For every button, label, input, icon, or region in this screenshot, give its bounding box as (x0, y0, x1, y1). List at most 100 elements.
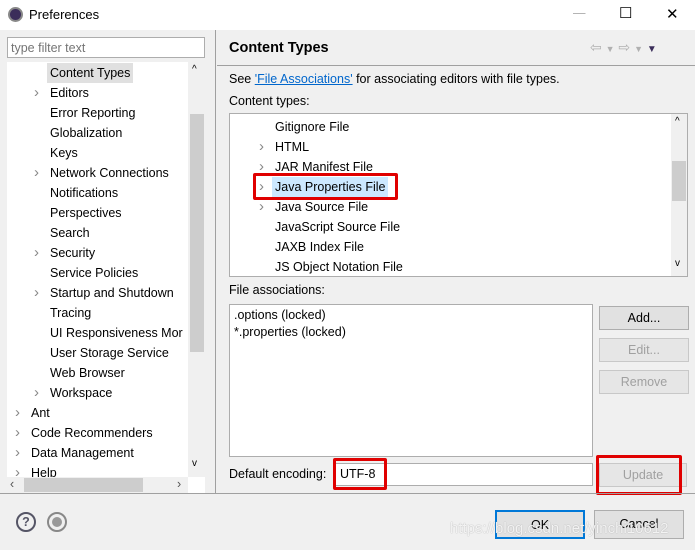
highlight-encoding (333, 458, 387, 490)
tree-item-label: User Storage Service (50, 346, 169, 360)
help-icon[interactable]: ? (16, 512, 36, 532)
chevron-right-icon[interactable]: › (34, 383, 39, 403)
content-type-label: JavaScript Source File (275, 220, 401, 234)
chevron-right-icon[interactable]: › (34, 243, 39, 263)
scroll-up-icon[interactable]: ^ (675, 116, 680, 127)
header-divider (217, 65, 695, 66)
chevron-right-icon[interactable]: › (259, 137, 264, 157)
tree-item-label: Workspace (50, 386, 113, 400)
tree-item[interactable]: › Security (7, 243, 197, 263)
scroll-right-icon[interactable]: › (177, 477, 181, 491)
tree-item[interactable]: Tracing (7, 303, 197, 323)
tree-item-label: Code Recommenders (31, 426, 153, 440)
list-item[interactable]: .options (locked) (234, 307, 588, 324)
tree-item[interactable]: UI Responsiveness Mor (7, 323, 197, 343)
content-type-label: JS Object Notation File (275, 260, 403, 274)
content-type-label: JAXB Index File (275, 240, 364, 254)
chevron-right-icon[interactable]: › (15, 423, 20, 443)
nav-buttons[interactable]: ⇦ ▼ ⇨ ▼ ▼ (590, 39, 657, 56)
file-associations-list[interactable]: .options (locked) *.properties (locked) (229, 304, 593, 457)
tree-item-label: Error Reporting (50, 106, 136, 120)
tree-item-label: Keys (50, 146, 78, 160)
tree-item[interactable]: Notifications (7, 183, 197, 203)
content-type-item[interactable]: JavaScript Source File (230, 217, 670, 237)
content-type-item[interactable]: › HTML (230, 137, 670, 157)
intro-pre: See (229, 72, 255, 86)
tree-item[interactable]: › Workspace (7, 383, 197, 403)
tree-item-label: Perspectives (50, 206, 122, 220)
chevron-right-icon[interactable]: › (34, 163, 39, 183)
scroll-down-icon[interactable]: v (192, 458, 197, 469)
filter-input[interactable] (7, 37, 205, 58)
maximize-button[interactable]: ☐ (619, 4, 632, 22)
title-bar: Preferences — ☐ ✕ (0, 0, 695, 30)
intro-text: See 'File Associations' for associating … (229, 72, 560, 86)
tree-item-label: Service Policies (50, 266, 139, 280)
tree-item[interactable]: User Storage Service (7, 343, 197, 363)
add-button[interactable]: Add... (599, 306, 689, 330)
vertical-divider (215, 30, 216, 493)
tree-item-label: Editors (50, 86, 89, 100)
chevron-right-icon[interactable]: › (15, 403, 20, 423)
chevron-right-icon[interactable]: › (34, 283, 39, 303)
scroll-down-icon[interactable]: v (675, 258, 680, 269)
app-icon (8, 7, 23, 22)
tree-item[interactable]: Keys (7, 143, 197, 163)
tree-item-label: Startup and Shutdown (50, 286, 174, 300)
tree-item[interactable]: › Data Management (7, 443, 197, 463)
chevron-right-icon[interactable]: › (259, 197, 264, 217)
footer-divider (0, 493, 695, 494)
scroll-left-icon[interactable]: ‹ (10, 477, 14, 491)
file-associations-label: File associations: (229, 283, 325, 297)
h-scroll-thumb[interactable] (24, 478, 143, 492)
encoding-label: Default encoding: (229, 467, 327, 481)
record-icon[interactable] (47, 512, 67, 532)
tree-item[interactable]: › Code Recommenders (7, 423, 197, 443)
tree-item[interactable]: › Network Connections (7, 163, 197, 183)
file-associations-link[interactable]: 'File Associations' (255, 72, 353, 86)
tree-item-label: UI Responsiveness Mor (50, 326, 183, 340)
page-title: Content Types (229, 40, 329, 56)
content-type-label: HTML (275, 140, 310, 154)
tree-item[interactable]: › Ant (7, 403, 197, 423)
tree-item-label: Search (50, 226, 90, 240)
tree-item[interactable]: Content Types (7, 63, 197, 83)
tree-item-label: Data Management (31, 446, 134, 460)
tree-horizontal-scrollbar[interactable]: ‹ › (7, 477, 188, 493)
tree-item[interactable]: › Editors (7, 83, 197, 103)
tree-item[interactable]: Globalization (7, 123, 197, 143)
tree-item-label: Ant (31, 406, 50, 420)
chevron-right-icon[interactable]: › (15, 443, 20, 463)
tree-item-label: Globalization (50, 126, 123, 140)
tree-vertical-scrollbar[interactable]: ^ v (188, 62, 205, 477)
scroll-up-icon[interactable]: ^ (192, 64, 197, 75)
tree-item[interactable]: Perspectives (7, 203, 197, 223)
content-type-label: Java Source File (275, 200, 369, 214)
list-item[interactable]: *.properties (locked) (234, 324, 588, 341)
remove-button[interactable]: Remove (599, 370, 689, 394)
scroll-thumb[interactable] (672, 161, 686, 201)
content-types-label: Content types: (229, 94, 310, 108)
content-type-item[interactable]: › Java Source File (230, 197, 670, 217)
tree-item[interactable]: Search (7, 223, 197, 243)
tree-item[interactable]: › Startup and Shutdown (7, 283, 197, 303)
tree-item[interactable]: Error Reporting (7, 103, 197, 123)
edit-button[interactable]: Edit... (599, 338, 689, 362)
tree-item-label: Network Connections (50, 166, 169, 180)
chevron-right-icon[interactable]: › (34, 83, 39, 103)
content-type-item[interactable]: JAXB Index File (230, 237, 670, 257)
minimize-button[interactable]: — (573, 6, 586, 20)
tree-item[interactable]: Web Browser (7, 363, 197, 383)
content-type-item[interactable]: JS Object Notation File (230, 257, 670, 276)
intro-post: for associating editors with file types. (352, 72, 560, 86)
content-types-scrollbar[interactable]: ^ v (671, 114, 687, 276)
scroll-thumb[interactable] (190, 114, 204, 352)
tree-item-label: Notifications (50, 186, 119, 200)
tree-item[interactable]: Service Policies (7, 263, 197, 283)
tree-item-label: Tracing (50, 306, 92, 320)
content-type-item[interactable]: Gitignore File (230, 117, 670, 137)
close-button[interactable]: ✕ (666, 5, 679, 23)
watermark: https://blog.csdn.net/yinchi10612 (450, 520, 669, 537)
content-type-label: Gitignore File (275, 120, 350, 134)
preference-tree[interactable]: Content Types › Editors Error Reporting Glob… (7, 62, 205, 493)
